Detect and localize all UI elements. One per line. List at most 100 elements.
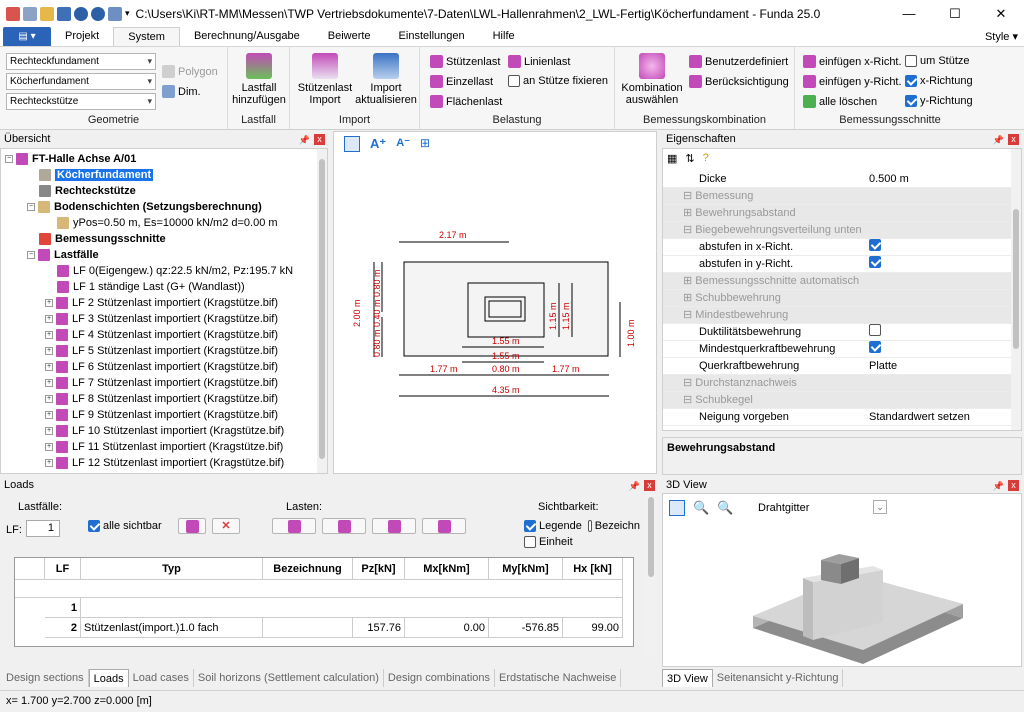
y-richtung-checkbox[interactable]: y-Richtung — [905, 95, 973, 107]
stuetzenlast-button[interactable]: Stützenlast — [430, 55, 500, 68]
prop-subcategory[interactable]: ⊞ Schubbewehrung — [663, 290, 1013, 307]
add-area-load-button[interactable] — [422, 518, 466, 534]
beruecksichtigung-button[interactable]: Berücksichtigung — [689, 75, 789, 88]
tree-item-lf5[interactable]: + LF 5 Stützenlast importiert (Kragstütze… — [45, 343, 278, 359]
lf-input[interactable]: 1 — [26, 520, 60, 537]
view-mode-select[interactable]: Drahtgitter — [758, 502, 809, 514]
close-panel-icon[interactable]: x — [1008, 134, 1019, 145]
chevron-down-icon[interactable]: ⌄ — [873, 500, 887, 514]
tree-item-lf10[interactable]: + LF 10 Stützenlast importiert (Kragstütz… — [45, 423, 284, 439]
add-column-load-button[interactable] — [272, 518, 316, 534]
table-cell[interactable]: 99.00 — [563, 618, 623, 638]
um-stuetze-checkbox[interactable]: um Stütze — [905, 55, 970, 67]
prop-row[interactable]: abstufen in x-Richt. — [663, 239, 1013, 256]
pin-icon[interactable]: 📌 — [629, 479, 640, 494]
prop-row[interactable]: Neigung vorgeben Standardwert setzen — [663, 409, 1013, 426]
close-panel-icon[interactable]: x — [314, 134, 325, 145]
table-row[interactable] — [81, 598, 623, 618]
expand-icon[interactable]: + — [45, 347, 53, 355]
tree-item-lf3[interactable]: + LF 3 Stützenlast importiert (Kragstütze… — [45, 311, 278, 327]
zoom-fit-icon[interactable] — [669, 500, 685, 516]
prop-row[interactable]: Mindestquerkraftbewehrung — [663, 341, 1013, 358]
table-cell[interactable] — [263, 618, 353, 638]
add-loadcase-button[interactable] — [178, 518, 206, 534]
checkbox-icon[interactable] — [869, 324, 881, 336]
tree-item-bemessungsschnitte[interactable]: Bemessungsschnitte — [39, 231, 166, 247]
einheit-checkbox[interactable]: Einheit — [524, 536, 573, 548]
tree-item-lf2[interactable]: + LF 2 Stützenlast importiert (Kragstütze… — [45, 295, 278, 311]
table-cell[interactable]: Stützenlast(import.)1.0 fach — [81, 618, 263, 638]
redo-icon[interactable] — [91, 6, 105, 21]
table-cell[interactable]: 2 — [45, 618, 81, 638]
undo-icon[interactable] — [74, 6, 88, 21]
tree-item-lf6[interactable]: + LF 6 Stützenlast importiert (Kragstütze… — [45, 359, 278, 375]
tab-system[interactable]: System — [113, 27, 180, 46]
expand-icon[interactable]: + — [45, 299, 53, 307]
save-icon[interactable] — [57, 6, 71, 21]
loads-scrollbar[interactable] — [646, 495, 656, 655]
tab-seitenansicht[interactable]: Seitenansicht y-Richtung — [713, 669, 844, 687]
pin-icon[interactable]: 📌 — [993, 479, 1004, 494]
close-panel-icon[interactable]: x — [1008, 480, 1019, 491]
sort-az-icon[interactable]: ⇅ — [685, 152, 694, 165]
zoom-fit-icon[interactable] — [344, 136, 360, 152]
app-menu-button[interactable]: ▤ ▾ — [3, 27, 51, 46]
col-header[interactable]: Typ — [81, 558, 263, 580]
collapse-icon[interactable]: − — [5, 155, 13, 163]
tab-load-cases[interactable]: Load cases — [129, 669, 194, 687]
scroll-thumb[interactable] — [1013, 209, 1019, 349]
expand-icon[interactable]: + — [45, 427, 53, 435]
scroll-thumb[interactable] — [319, 159, 325, 459]
prop-row[interactable]: abstufen in y-Richt. — [663, 256, 1013, 273]
einzellast-button[interactable]: Einzellast — [430, 75, 493, 88]
table-cell[interactable]: 1 — [45, 598, 81, 618]
grid-toggle-icon[interactable]: ⊞ — [420, 136, 430, 152]
tree-item-lastfaelle[interactable]: − Lastfälle — [27, 247, 99, 263]
benutzerdefiniert-button[interactable]: Benutzerdefiniert — [689, 55, 788, 68]
pin-icon[interactable]: 📌 — [993, 133, 1004, 148]
tab-einstellungen[interactable]: Einstellungen — [385, 27, 479, 46]
col-header[interactable]: Bezeichnung — [263, 558, 353, 580]
checkbox-checked-icon[interactable] — [869, 256, 881, 268]
prop-row[interactable]: Querkraftbewehrung Platte — [663, 358, 1013, 375]
col-header[interactable]: LF — [45, 558, 81, 580]
import-refresh-button[interactable]: Import aktualisieren — [354, 53, 418, 106]
stuetzenlast-import-button[interactable]: Stützenlast Import — [296, 53, 354, 106]
tab-design-sections[interactable]: Design sections — [2, 669, 89, 687]
minimize-button[interactable]: — — [886, 0, 932, 27]
tab-beiwerte[interactable]: Beiwerte — [314, 27, 385, 46]
zoom-in-icon[interactable]: 🔍 — [693, 500, 709, 516]
font-larger-icon[interactable]: A⁺ — [370, 136, 386, 152]
tab-hilfe[interactable]: Hilfe — [479, 27, 529, 46]
collapse-icon[interactable]: − — [27, 251, 35, 259]
tree-item-lf4[interactable]: + LF 4 Stützenlast importiert (Kragstütze… — [45, 327, 278, 343]
tree-item-lf12[interactable]: + LF 12 Stützenlast importiert (Kragstütz… — [45, 455, 284, 471]
open-icon[interactable] — [40, 6, 54, 21]
font-smaller-icon[interactable]: A⁻ — [396, 136, 410, 152]
customize-icon[interactable]: ▾ — [125, 8, 130, 19]
x-richtung-checkbox[interactable]: x-Richtung — [905, 75, 973, 87]
close-button[interactable]: ✕ — [978, 0, 1024, 27]
maximize-button[interactable]: ☐ — [932, 0, 978, 27]
alle-loeschen-button[interactable]: alle löschen — [803, 95, 877, 108]
pin-icon[interactable]: 📌 — [299, 133, 310, 148]
prop-row[interactable]: Dicke 0.500 m — [663, 171, 1013, 188]
expand-icon[interactable]: + — [45, 379, 53, 387]
tree-item-bodenschichten[interactable]: − Bodenschichten (Setzungsberechnung) — [27, 199, 262, 215]
col-header[interactable]: My[kNm] — [489, 558, 563, 580]
prop-subcategory[interactable]: ⊟ Biegebewehrungsverteilung unten — [663, 222, 1013, 239]
table-cell[interactable]: 0.00 — [405, 618, 489, 638]
delete-loadcase-button[interactable]: ✕ — [212, 518, 240, 534]
add-point-load-button[interactable] — [322, 518, 366, 534]
tab-projekt[interactable]: Projekt — [51, 27, 113, 46]
help-icon[interactable]: ? — [703, 152, 709, 165]
expand-icon[interactable]: + — [45, 443, 53, 451]
tab-loads[interactable]: Loads — [88, 669, 129, 687]
kombination-auswaehlen-button[interactable]: Kombination auswählen — [617, 53, 687, 106]
overview-scrollbar[interactable] — [317, 149, 327, 473]
legende-checkbox[interactable]: Legende — [524, 520, 582, 532]
polygon-button[interactable]: Polygon — [162, 65, 218, 78]
prop-row[interactable]: Duktilitätsbewehrung — [663, 324, 1013, 341]
categorized-icon[interactable]: ▦ — [667, 152, 677, 165]
tab-3d-view[interactable]: 3D View — [662, 669, 713, 687]
